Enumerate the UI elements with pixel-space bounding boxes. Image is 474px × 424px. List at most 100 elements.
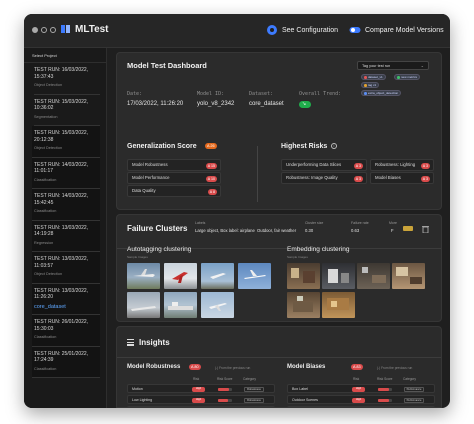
sample-image-indoor[interactable] — [357, 263, 390, 289]
insight-row[interactable]: Motion High Robustness — [127, 384, 275, 393]
test-run-item[interactable]: TEST RUN: 13/03/2022, 14:19:28 Regressio… — [32, 220, 100, 252]
autotagging-sample-label: Sample Images — [127, 255, 148, 259]
cluster-tag-badge[interactable] — [403, 226, 413, 231]
risk-label: Robustness: Image Quality — [286, 175, 338, 180]
airplane-image — [209, 303, 227, 311]
tag-chip[interactable]: dataset_v1 — [361, 74, 386, 80]
tag-test-run-select[interactable]: Tag your test run ⌄ — [357, 61, 429, 70]
sample-image-indoor[interactable] — [287, 263, 320, 289]
window-dot[interactable] — [32, 27, 38, 33]
test-run-title: TEST RUN: 13/03/2022, 11:03:57 — [34, 256, 89, 269]
test-run-title: TEST RUN: 14/03/2022, 11:01:17 — [34, 161, 89, 175]
indoor-image — [362, 267, 386, 283]
sample-image-indoor[interactable] — [392, 263, 425, 289]
indoor-image — [327, 298, 349, 310]
test-run-title: TEST RUN: 15/03/2022, 20:12:38 — [34, 130, 89, 143]
tag-chip-label: extra_object_detection — [368, 91, 399, 95]
insight-row[interactable]: Lens DirtLowRobustness — [127, 406, 275, 407]
insight-row[interactable]: Low Lighting High Robustness — [127, 395, 275, 404]
airplane-image — [131, 306, 156, 311]
test-run-item[interactable]: TEST RUN: 26/01/2022, 15:30:03 Classific… — [32, 315, 100, 347]
autotagging-clustering-title: Autotagging clustering — [127, 246, 192, 253]
metric-badge: A 8 — [207, 188, 217, 195]
compare-icon — [349, 27, 361, 33]
metric-label: Data Quality — [132, 188, 156, 193]
test-run-item-selected[interactable]: TEST RUN: 13/03/2022, 11:26:20 core_data… — [32, 283, 100, 315]
sample-image-airplane[interactable] — [164, 263, 197, 289]
test-run-item[interactable]: TEST RUN: 14/03/2022, 15:42:45 Classific… — [32, 189, 100, 221]
more-label: More — [389, 221, 397, 225]
tag-chip[interactable]: extra_object_detection — [361, 90, 402, 96]
tag-chip[interactable]: tag x1 — [361, 82, 380, 88]
info-icon[interactable]: i — [331, 143, 337, 149]
airplane-image — [133, 269, 155, 277]
risk-row[interactable]: Model Biases A 3 — [370, 172, 434, 184]
trash-icon[interactable] — [422, 225, 429, 233]
sample-image-airplane[interactable] — [127, 263, 160, 289]
model-robustness-row[interactable]: Model Robustness A 15 — [127, 159, 221, 171]
indoor-image — [291, 268, 315, 283]
indoor-image — [328, 269, 349, 283]
risk-badge: A 3 — [420, 162, 430, 169]
model-id-value: yolo_v8_2342 — [197, 101, 235, 107]
risk-row[interactable]: Robustness: Lighting A 3 — [370, 159, 434, 171]
test-run-item[interactable]: TEST RUN: 14/03/2022, 11:01:17 Classific… — [32, 157, 100, 189]
failure-rate-label: Failure rate — [351, 221, 369, 225]
highest-risks-title: Highest Risks — [281, 143, 328, 150]
test-run-item[interactable]: TEST RUN: 13/03/2022, 11:03:57 Object De… — [32, 252, 100, 284]
window-dot[interactable] — [41, 27, 47, 33]
biases-change-note: (-) From the previous run — [377, 366, 413, 370]
risk-row[interactable]: Robustness: Image Quality A 3 — [281, 172, 367, 184]
test-run-dataset: core_dataset — [34, 303, 66, 310]
insight-name: Motion — [132, 387, 143, 391]
risk-row[interactable]: Underperforming Data Slices A 3 — [281, 159, 367, 171]
tag-select-placeholder: Tag your test run — [362, 64, 391, 68]
risk-level-badge: High — [352, 387, 365, 392]
list-icon — [127, 339, 134, 347]
test-run-item[interactable]: TEST RUN: 16/03/2022, 15:37:43 Object De… — [34, 63, 100, 95]
sample-image-indoor[interactable] — [287, 292, 320, 318]
test-run-title: TEST RUN: 13/03/2022, 14:19:28 — [34, 224, 89, 238]
model-biases-badge: A 83 — [351, 364, 363, 370]
sample-image-indoor[interactable] — [322, 263, 355, 289]
insights-title: Insights — [139, 338, 170, 347]
sample-image-indoor[interactable] — [322, 292, 355, 318]
insights-panel: Insights Model Robustness A 80 (-) From … — [116, 326, 442, 408]
window-controls[interactable] — [32, 27, 56, 33]
window-dot[interactable] — [50, 27, 56, 33]
generalization-score-title: Generalization Score — [127, 143, 197, 150]
model-performance-row[interactable]: Model Performance A 10 — [127, 172, 221, 184]
risk-level-badge: High — [192, 398, 205, 403]
compare-model-versions-button[interactable]: Compare Model Versions — [349, 24, 444, 36]
test-run-item[interactable]: TEST RUN: 25/01/2022, 17:24:39 Classific… — [32, 346, 100, 378]
insight-row[interactable]: Box Label High Performance — [287, 384, 435, 393]
see-configuration-button[interactable]: See Configuration — [266, 24, 338, 36]
test-run-item[interactable]: TEST RUN: 15/03/2022, 20:12:38 Object De… — [32, 126, 100, 158]
insight-row[interactable]: Small ObjectsMediumPerformance — [287, 406, 435, 407]
tag-color-dot — [364, 84, 367, 87]
sidebar-header: Select Project — [24, 48, 106, 63]
dataset-value: core_dataset — [249, 101, 284, 107]
sample-image-airplane[interactable] — [127, 292, 160, 318]
insight-row[interactable]: Outdoor Scenes High Performance — [287, 395, 435, 404]
risk-score-fill — [378, 388, 390, 391]
sample-image-airplane[interactable] — [238, 263, 271, 289]
chevron-down-icon: ⌄ — [420, 63, 424, 68]
tag-chip[interactable]: new metrics — [394, 74, 421, 80]
dashboard-panel: Model Test Dashboard Date: 17/03/2022, 1… — [116, 52, 442, 210]
test-run-item[interactable]: TEST RUN: 15/03/2022, 10:36:02 Segmentat… — [34, 95, 100, 126]
sample-image-airplane[interactable] — [201, 292, 234, 318]
test-run-type: Classification — [34, 209, 57, 213]
failure-rate-value: 0.63 — [351, 228, 360, 233]
column-header-risk-score: Risk Score — [377, 377, 393, 381]
app-name: MLTest — [75, 23, 109, 35]
test-run-type: Classification — [34, 177, 57, 182]
risk-label: Robustness: Lighting — [375, 162, 416, 167]
sample-image-airport[interactable] — [164, 292, 197, 318]
sample-image-airplane[interactable] — [201, 263, 234, 289]
column-header-risk-score: Risk Score — [217, 377, 233, 381]
category-badge: Performance — [404, 386, 424, 392]
insight-name: Low Lighting — [132, 398, 153, 402]
data-quality-row[interactable]: Data Quality A 8 — [127, 185, 221, 197]
tag-color-dot — [364, 92, 367, 95]
